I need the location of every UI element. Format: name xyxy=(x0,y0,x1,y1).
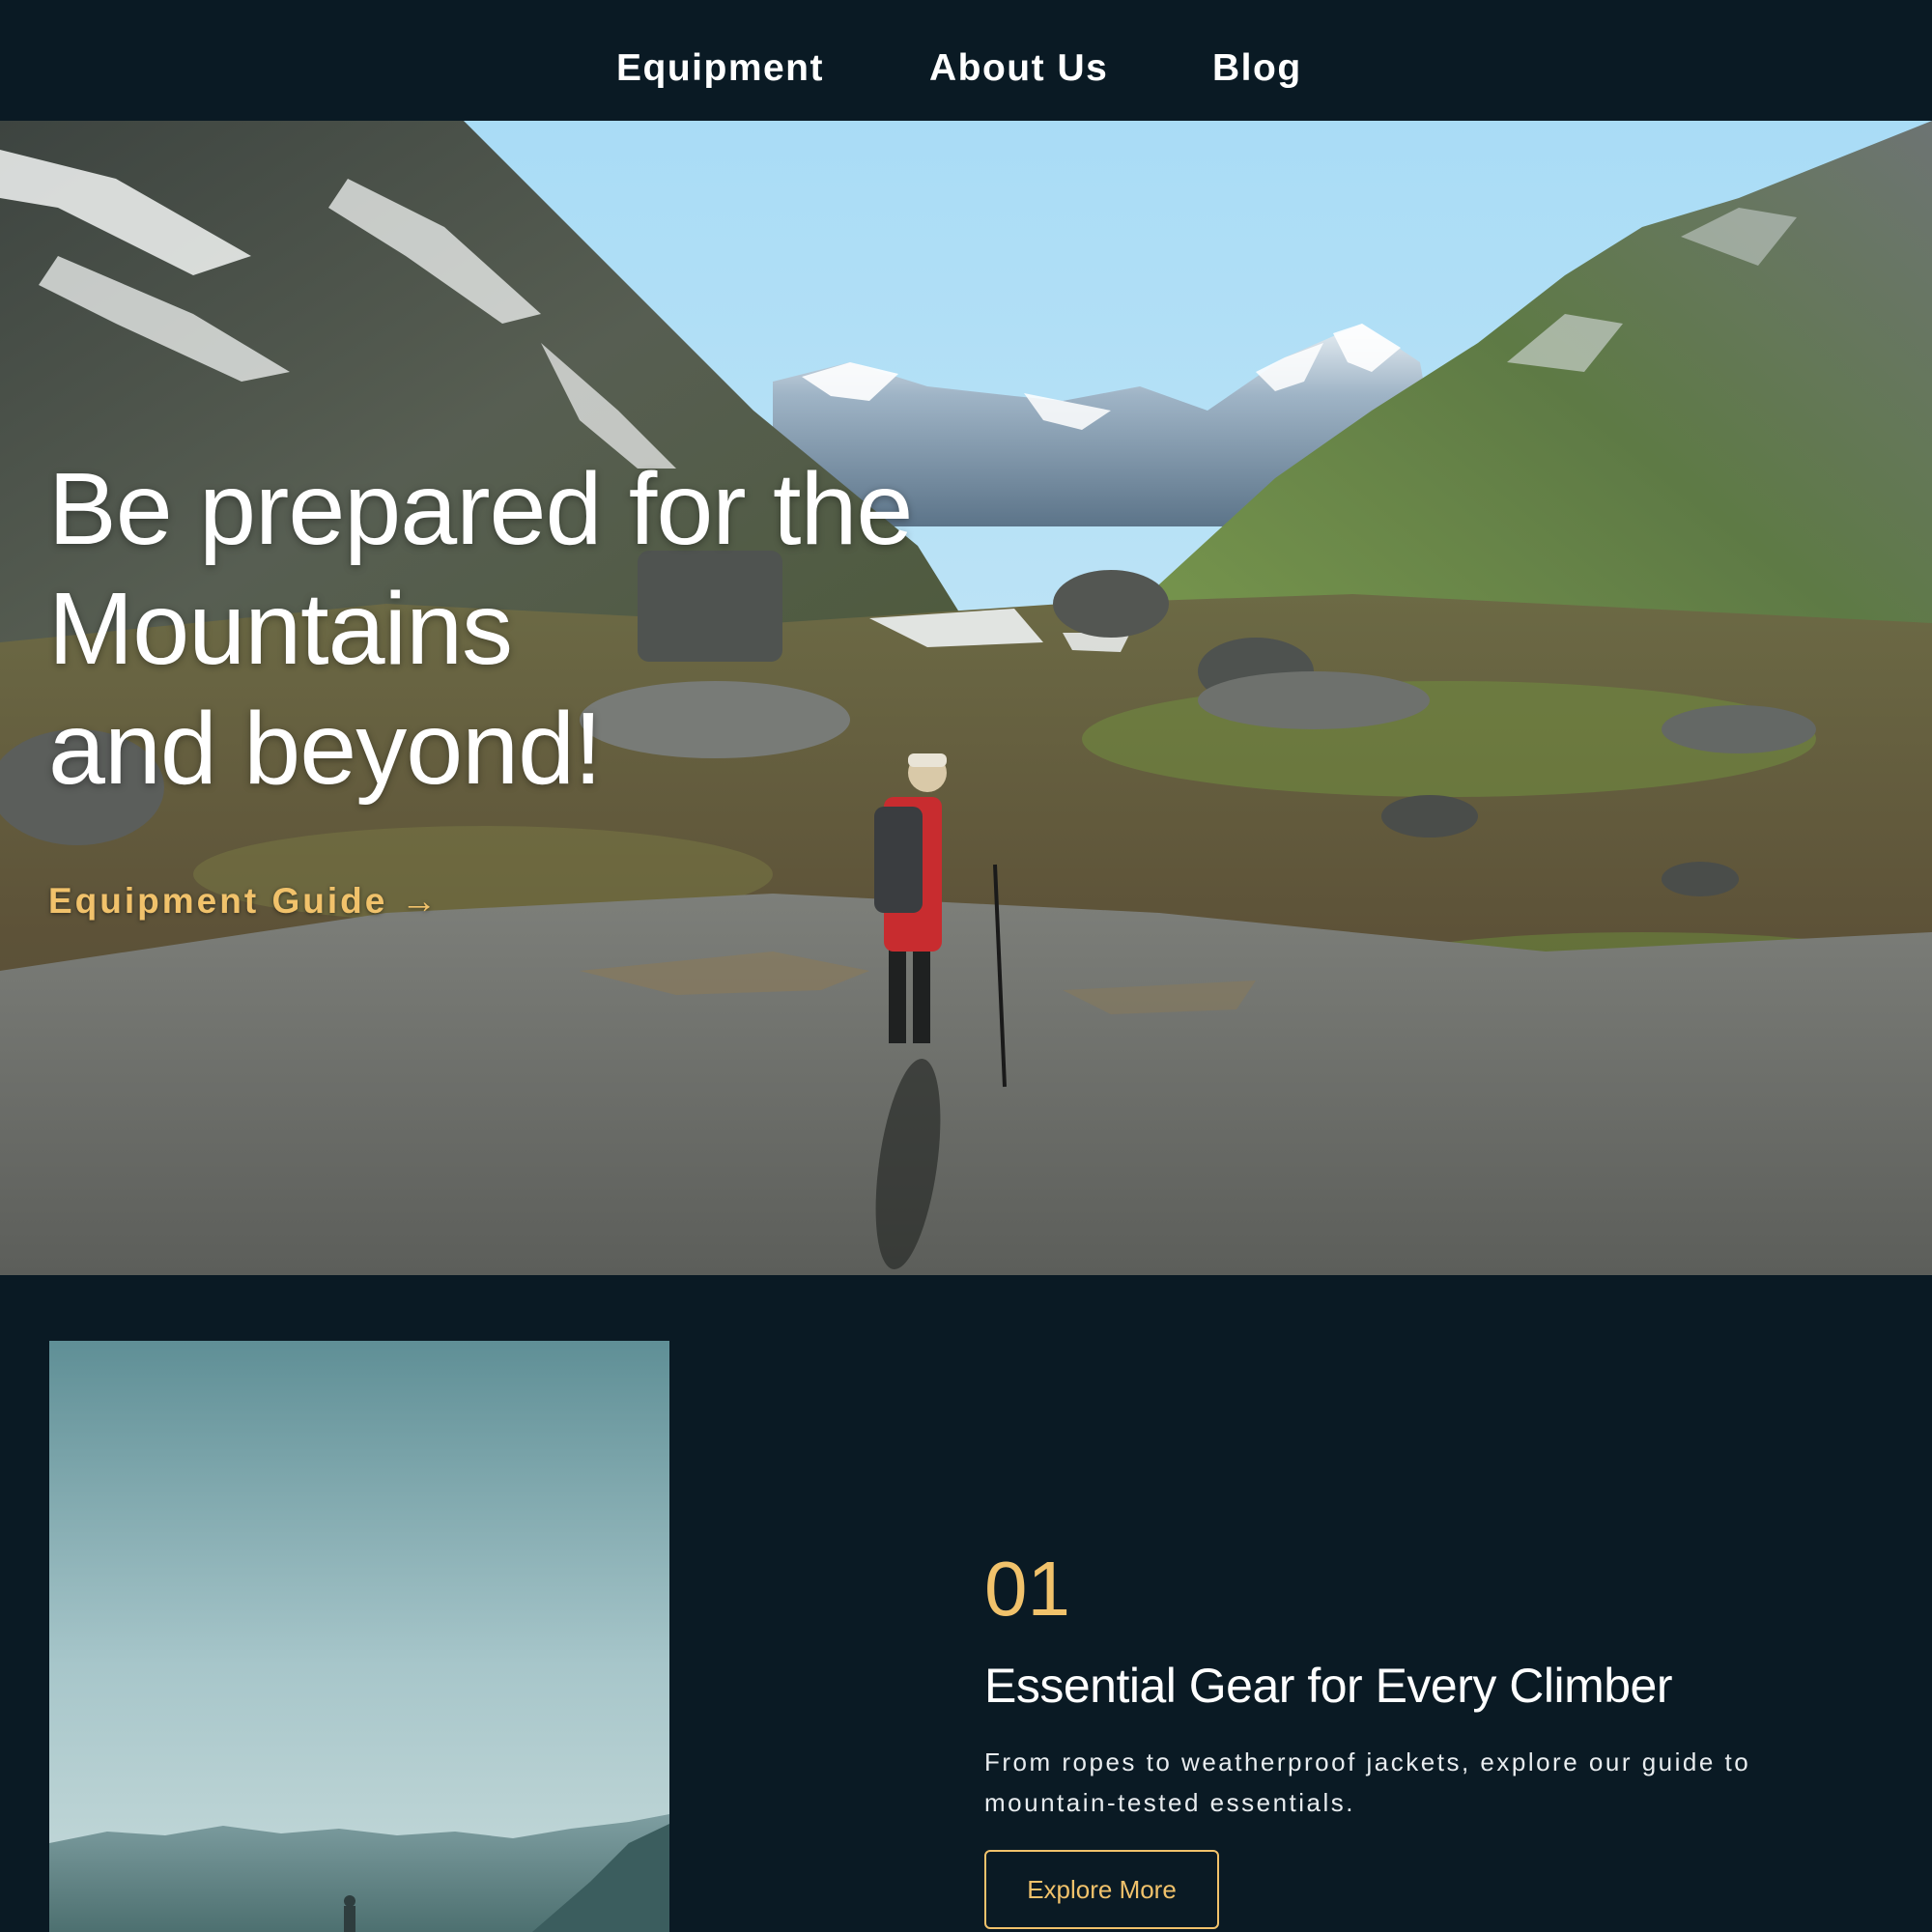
hero-title: Be prepared for the Mountains and beyond… xyxy=(48,449,918,809)
nav-link-about-us[interactable]: About Us xyxy=(929,45,1108,92)
hero-title-line-3: and beyond! xyxy=(48,692,603,806)
equipment-guide-label: Equipment Guide xyxy=(48,881,388,921)
top-nav: Equipment About Us Blog xyxy=(0,0,1932,121)
feature-image xyxy=(49,1341,669,1932)
hero-section: Be prepared for the Mountains and beyond… xyxy=(0,121,1932,1275)
explore-more-button[interactable]: Explore More xyxy=(984,1850,1219,1929)
mountain-lake-image xyxy=(49,1341,669,1932)
nav-link-equipment[interactable]: Equipment xyxy=(616,45,824,92)
feature-section: 01 Essential Gear for Every Climber From… xyxy=(0,1275,1932,1932)
equipment-guide-link[interactable]: Equipment Guide → xyxy=(48,881,440,922)
arrow-right-icon: → xyxy=(401,881,440,921)
hero-title-line-2: Mountains xyxy=(48,572,513,686)
hero-title-line-1: Be prepared for the xyxy=(48,452,913,566)
feature-description: From ropes to weatherproof jackets, expl… xyxy=(984,1747,1751,1817)
nav-link-blog[interactable]: Blog xyxy=(1212,45,1302,92)
feature-number: 01 xyxy=(984,1546,1070,1632)
feature-heading: Essential Gear for Every Climber xyxy=(984,1659,1673,1713)
